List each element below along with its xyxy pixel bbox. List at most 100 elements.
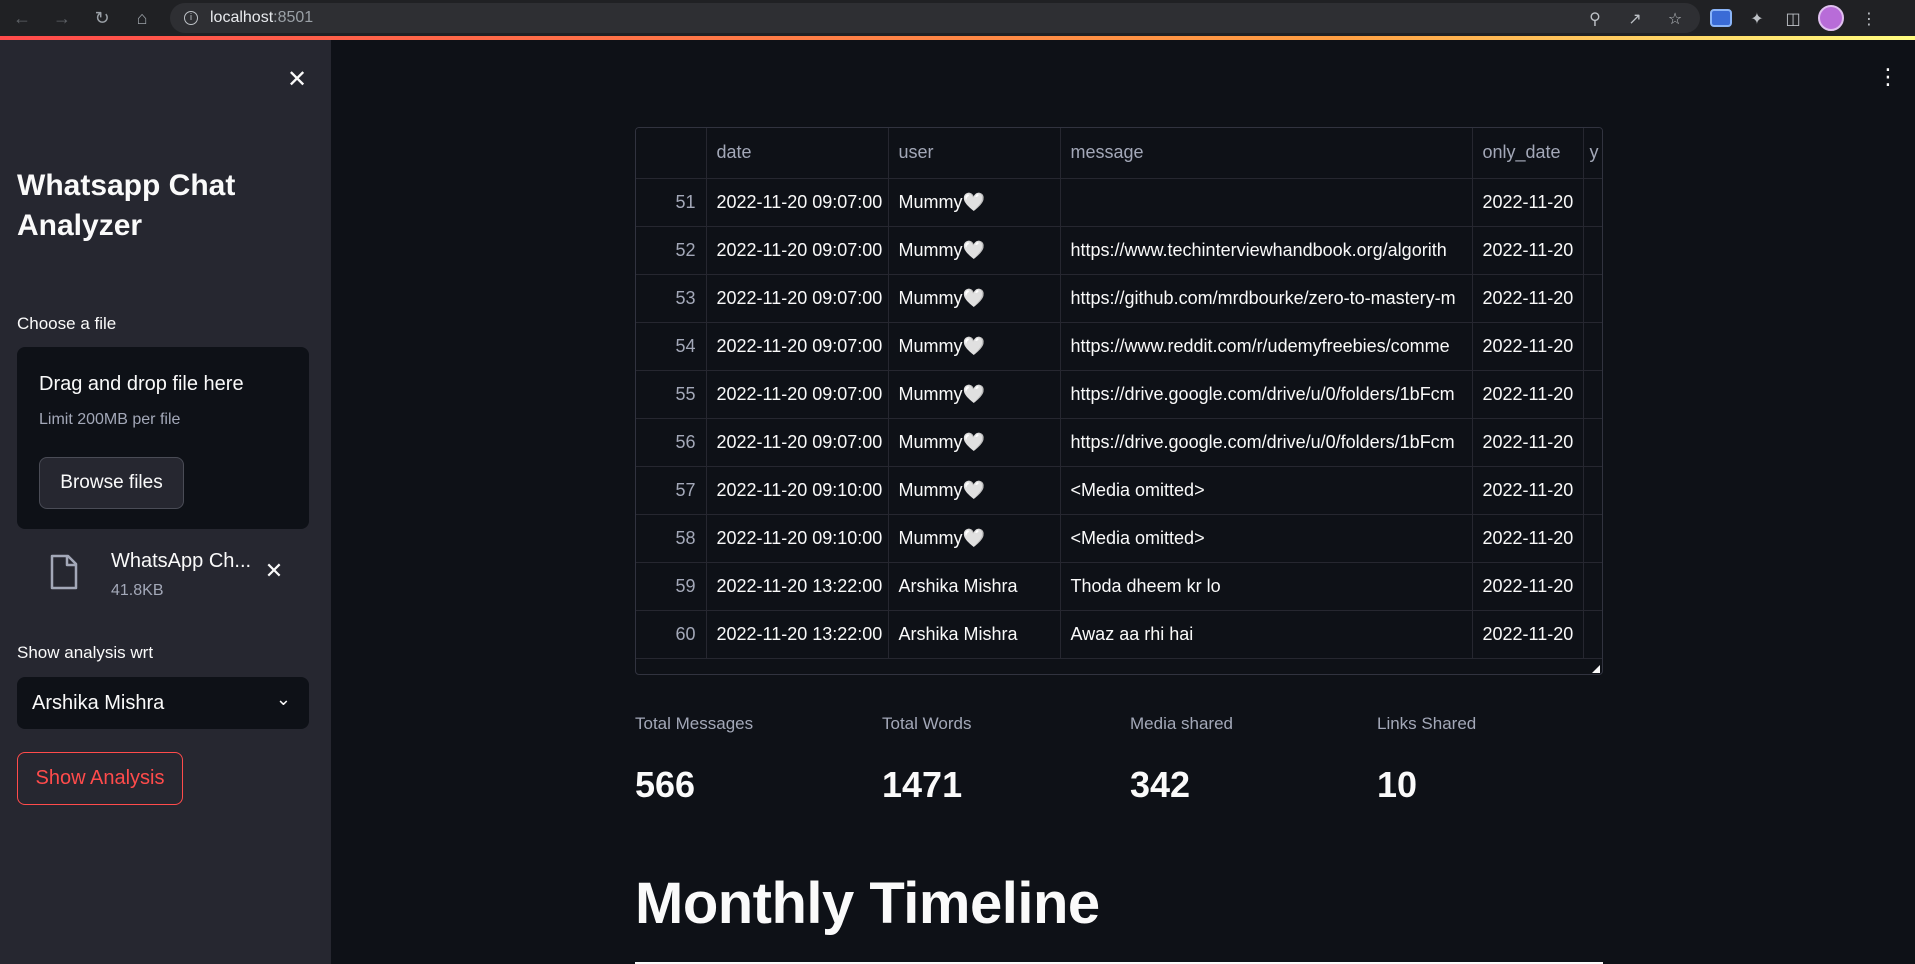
column-header[interactable] [636, 128, 707, 179]
table-cell[interactable] [1583, 322, 1602, 371]
metric-value: 10 [1377, 764, 1418, 805]
column-header[interactable]: date [706, 128, 889, 179]
metric-value: 566 [635, 764, 696, 805]
column-header[interactable]: y [1583, 128, 1602, 179]
table-cell[interactable]: 2022-11-20 09:10:00 [706, 514, 889, 563]
table-cell[interactable]: Mummy🤍 [888, 322, 1061, 371]
uploaded-file-size: 41.8KB [111, 582, 164, 599]
table-cell[interactable] [1583, 418, 1602, 467]
table-cell[interactable]: <Media omitted> [1060, 466, 1473, 515]
row-index: 52 [636, 226, 707, 275]
table-cell[interactable]: https://www.techinterviewhandbook.org/al… [1060, 226, 1473, 275]
address-bar[interactable]: i localhost:8501 ⚲ ↗ ☆ [170, 3, 1700, 33]
column-header[interactable]: only_date [1472, 128, 1584, 179]
app-title: Whatsapp Chat Analyzer [17, 169, 236, 242]
table-cell[interactable]: 2022-11-20 09:07:00 [706, 178, 889, 227]
row-index: 59 [636, 562, 707, 611]
table-cell[interactable] [1583, 466, 1602, 515]
close-icon[interactable]: ✕ [284, 65, 310, 93]
kebab-menu-icon[interactable]: ⋮ [1877, 62, 1899, 92]
browse-files-button[interactable]: Browse files [39, 457, 184, 509]
table-cell[interactable]: https://drive.google.com/drive/u/0/folde… [1060, 370, 1473, 419]
table-row: 57 2022-11-20 09:10:00 Mummy🤍 <Media omitte… [636, 466, 1602, 515]
site-info-icon[interactable]: i [184, 11, 198, 25]
table-cell[interactable]: 2022-11-20 [1472, 226, 1584, 275]
column-header[interactable]: message [1060, 128, 1473, 179]
dataframe[interactable]: date user message only_date y 51 2022-11-… [635, 127, 1603, 675]
back-icon[interactable]: ← [8, 4, 36, 32]
table-cell[interactable] [1583, 514, 1602, 563]
row-index: 57 [636, 466, 707, 515]
select-label: Show analysis wrt [17, 643, 154, 662]
side-panel-icon[interactable]: ◫ [1782, 9, 1804, 28]
table-cell[interactable]: Arshika Mishra [888, 562, 1061, 611]
table-cell[interactable] [1583, 226, 1602, 275]
metric-links-shared: Links Shared 10 [1377, 714, 1617, 806]
table-cell[interactable]: 2022-11-20 09:10:00 [706, 466, 889, 515]
table-cell[interactable]: 2022-11-20 09:07:00 [706, 274, 889, 323]
table-cell[interactable]: https://www.reddit.com/r/udemyfreebies/c… [1060, 322, 1473, 371]
dropzone-limit: Limit 200MB per file [39, 411, 181, 428]
table-cell[interactable]: Mummy🤍 [888, 226, 1061, 275]
table-cell[interactable]: 2022-11-20 [1472, 274, 1584, 323]
browser-menu-icon[interactable]: ⋮ [1858, 9, 1880, 28]
table-cell[interactable]: 2022-11-20 [1472, 610, 1584, 659]
table-cell[interactable] [1060, 178, 1473, 227]
share-icon[interactable]: ↗ [1624, 9, 1646, 28]
table-cell[interactable]: Mummy🤍 [888, 466, 1061, 515]
table-cell[interactable]: Mummy🤍 [888, 514, 1061, 563]
table-cell[interactable] [1583, 562, 1602, 611]
column-header[interactable]: user [888, 128, 1061, 179]
bookmark-star-icon[interactable]: ☆ [1664, 9, 1686, 28]
table-cell[interactable]: 2022-11-20 [1472, 562, 1584, 611]
table-cell[interactable] [1583, 274, 1602, 323]
extension-icon[interactable] [1710, 9, 1732, 27]
url-text: localhost:8501 [210, 9, 314, 26]
metric-label: Media shared [1130, 714, 1234, 733]
table-row: 55 2022-11-20 09:07:00 Mummy🤍 https://drive… [636, 370, 1602, 419]
table-cell[interactable]: 2022-11-20 09:07:00 [706, 370, 889, 419]
home-icon[interactable]: ⌂ [128, 4, 156, 32]
metric-label: Total Messages [635, 714, 754, 733]
table-cell[interactable]: Mummy🤍 [888, 274, 1061, 323]
dropzone-title: Drag and drop file here [39, 373, 244, 395]
table-cell[interactable]: 2022-11-20 [1472, 418, 1584, 467]
user-select[interactable]: Arshika Mishra ⌄ [17, 677, 309, 729]
file-dropzone[interactable]: Drag and drop file here Limit 200MB per … [17, 347, 309, 529]
table-cell[interactable] [1583, 370, 1602, 419]
show-analysis-button[interactable]: Show Analysis [17, 752, 183, 805]
section-title: Monthly Timeline [635, 871, 1100, 936]
table-cell[interactable]: 2022-11-20 09:07:00 [706, 418, 889, 467]
extensions-puzzle-icon[interactable]: ✦ [1746, 9, 1768, 28]
table-cell[interactable]: Mummy🤍 [888, 178, 1061, 227]
zoom-icon[interactable]: ⚲ [1584, 9, 1606, 28]
metric-media-shared: Media shared 342 [1130, 714, 1370, 806]
table-cell[interactable]: Mummy🤍 [888, 370, 1061, 419]
file-icon [50, 554, 78, 590]
table-cell[interactable] [1583, 610, 1602, 659]
reload-icon[interactable]: ↻ [88, 4, 116, 32]
table-cell[interactable]: 2022-11-20 [1472, 514, 1584, 563]
row-index: 60 [636, 610, 707, 659]
table-cell[interactable]: Arshika Mishra [888, 610, 1061, 659]
table-cell[interactable]: 2022-11-20 [1472, 370, 1584, 419]
table-cell[interactable] [1583, 178, 1602, 227]
close-icon[interactable]: ✕ [259, 556, 289, 586]
table-cell[interactable]: 2022-11-20 13:22:00 [706, 562, 889, 611]
table-cell[interactable]: 2022-11-20 09:07:00 [706, 322, 889, 371]
table-cell[interactable]: 2022-11-20 [1472, 322, 1584, 371]
table-cell[interactable]: 2022-11-20 13:22:00 [706, 610, 889, 659]
table-cell[interactable]: Thoda dheem kr lo [1060, 562, 1473, 611]
table-cell[interactable]: https://drive.google.com/drive/u/0/folde… [1060, 418, 1473, 467]
table-row: 60 2022-11-20 13:22:00 Arshika Mishra Awaz … [636, 610, 1602, 659]
table-cell[interactable]: Mummy🤍 [888, 418, 1061, 467]
table-cell[interactable]: 2022-11-20 09:07:00 [706, 226, 889, 275]
resize-handle[interactable] [1592, 665, 1600, 673]
profile-avatar[interactable] [1818, 5, 1844, 31]
table-cell[interactable]: 2022-11-20 [1472, 178, 1584, 227]
table-cell[interactable]: https://github.com/mrdbourke/zero-to-mas… [1060, 274, 1473, 323]
table-cell[interactable]: <Media omitted> [1060, 514, 1473, 563]
table-cell[interactable]: Awaz aa rhi hai [1060, 610, 1473, 659]
forward-icon[interactable]: → [48, 4, 76, 32]
table-cell[interactable]: 2022-11-20 [1472, 466, 1584, 515]
